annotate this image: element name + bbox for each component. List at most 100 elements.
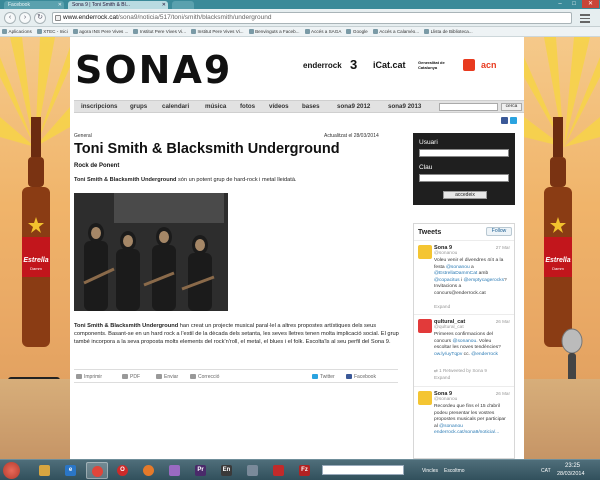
taskbar-premiere[interactable]: Pr	[190, 462, 212, 479]
article-category[interactable]: General	[74, 133, 92, 139]
nav-grups[interactable]: grups	[130, 103, 147, 110]
bookmark-label: agora INS Pere Vives ...	[79, 29, 129, 34]
bookmark-item[interactable]: Benvinguts a Faceb...	[247, 27, 303, 34]
bookmark-item[interactable]: Accés a Calaméo...	[371, 27, 422, 34]
reload-icon[interactable]: ↻	[34, 12, 46, 24]
bookmark-item[interactable]: Google	[344, 27, 370, 34]
tweet-handle[interactable]: @sonanou	[434, 251, 457, 256]
expand-link[interactable]: Expand	[434, 305, 450, 310]
url-link[interactable]: ow.ly/uyTqpv	[434, 352, 462, 357]
bookmark-favicon-icon	[2, 29, 7, 34]
taskbar-opera[interactable]: O	[112, 462, 134, 479]
sona9-logo[interactable]: SONA9	[75, 50, 265, 90]
bookmark-item[interactable]: Aplicacions	[0, 27, 35, 34]
mention-link[interactable]: @emptycagerocks	[463, 278, 504, 283]
nav-bases[interactable]: bases	[302, 103, 320, 110]
password-input[interactable]	[419, 174, 509, 182]
new-tab-button[interactable]	[172, 1, 194, 9]
avatar[interactable]	[418, 319, 432, 333]
tv3-logo[interactable]: 3	[350, 57, 357, 72]
bookmark-item[interactable]: Llista de Biblioteca...	[422, 27, 476, 34]
twitter-icon[interactable]	[510, 117, 517, 124]
taskbar-address-input[interactable]	[322, 465, 404, 475]
mention-link[interactable]: @sonanou	[446, 265, 470, 270]
twitter-share-button[interactable]: Twitter	[312, 374, 335, 380]
icat-logo[interactable]: iCat.cat	[373, 60, 406, 70]
mention-link[interactable]: @sonanou	[439, 424, 463, 429]
mention-link[interactable]: @copacitus	[434, 278, 460, 283]
back-icon[interactable]: ‹	[4, 12, 16, 24]
app-icon	[273, 465, 284, 476]
menu-icon[interactable]	[578, 12, 592, 24]
print-icon	[76, 374, 82, 379]
tray-links-label[interactable]: Vincles	[422, 468, 438, 474]
facebook-icon[interactable]	[501, 117, 508, 124]
tweet-date[interactable]: 27 Mar	[496, 245, 510, 250]
enderrock-logo[interactable]: enderrock	[303, 61, 342, 70]
close-tab-icon[interactable]: ✕	[162, 2, 166, 8]
tweet-handle[interactable]: @sonanou	[434, 397, 457, 402]
tweet-handle[interactable]: @qultural_cat	[434, 325, 464, 330]
taskbar-filezilla[interactable]: Fz	[294, 462, 316, 479]
edit-icon	[190, 374, 196, 379]
expand-link[interactable]: Expand	[434, 376, 450, 381]
generalitat-logo[interactable]: Generalitat de Catalunya	[418, 60, 454, 70]
maximize-icon[interactable]: □	[567, 0, 581, 8]
taskbar-app[interactable]	[242, 462, 264, 479]
bookmark-item[interactable]: XTEC - Inici	[35, 27, 71, 34]
bookmark-item[interactable]: Institut Pere Vives Vi...	[131, 27, 189, 34]
nav-videos[interactable]: vídeos	[269, 103, 289, 110]
nav-fotos[interactable]: fotos	[240, 103, 255, 110]
tray-listen-label[interactable]: Escoltmo	[444, 468, 465, 474]
nav-inscripcions[interactable]: inscripcions	[81, 103, 117, 110]
article-updated-date: Actualitzat el 28/03/2014	[324, 133, 379, 139]
pdf-button[interactable]: PDF	[122, 374, 140, 380]
tweet-date[interactable]: 26 Mar	[496, 391, 510, 396]
clock-time[interactable]: 23:25	[565, 463, 580, 469]
minimize-icon[interactable]: –	[553, 0, 567, 8]
forward-icon[interactable]: ›	[19, 12, 31, 24]
taskbar-encore[interactable]: En	[216, 462, 238, 479]
tab-facebook[interactable]: Facebook ✕	[4, 1, 64, 9]
nav-sona9-2012[interactable]: sona9 2012	[337, 103, 370, 110]
nav-musica[interactable]: música	[205, 103, 226, 110]
taskbar-firefox[interactable]	[138, 462, 160, 479]
taskbar-app[interactable]	[268, 462, 290, 479]
bookmark-item[interactable]: agora INS Pere Vives ...	[71, 27, 132, 34]
mention-link[interactable]: @sonanou	[452, 339, 476, 344]
address-bar[interactable]: www.enderrock.cat/sona9/noticia/517/toni…	[52, 12, 572, 24]
correction-button[interactable]: Correcció	[190, 374, 219, 380]
follow-button[interactable]: Follow	[486, 227, 512, 236]
tab-sona9[interactable]: Sona 9 | Toni Smith & Bl... ✕	[68, 1, 168, 9]
taskbar-ie[interactable]: e	[60, 462, 82, 479]
language-indicator[interactable]: CAT	[541, 468, 551, 474]
search-button[interactable]: cerca	[501, 103, 522, 111]
nav-calendari[interactable]: calendari	[162, 103, 189, 110]
print-button[interactable]: Imprimir	[76, 374, 102, 380]
close-tab-icon[interactable]: ✕	[58, 2, 62, 8]
facebook-share-button[interactable]: Facebook	[346, 374, 376, 380]
partner-logos: enderrock 3 iCat.cat Generalitat de Cata…	[303, 57, 518, 77]
search-input[interactable]	[439, 103, 498, 111]
mention-link[interactable]: @enderrock	[471, 352, 498, 357]
login-button[interactable]: accedeix	[443, 191, 487, 199]
main-nav: inscripcions grups calendari música foto…	[74, 100, 524, 113]
email-button[interactable]: Enviar	[156, 374, 178, 380]
start-button[interactable]	[3, 462, 20, 479]
url-link[interactable]: enderrock.cat/sona9/noticia/...	[434, 430, 499, 435]
username-input[interactable]	[419, 149, 509, 157]
avatar[interactable]	[418, 391, 432, 405]
bookmark-item[interactable]: Institut Pere Vives Vi...	[189, 27, 247, 34]
retweet-text[interactable]: Retweeted by Sona 9	[443, 368, 487, 373]
taskbar-chrome[interactable]	[86, 462, 108, 479]
tweet-date[interactable]: 26 Mar	[496, 319, 510, 324]
taskbar-explorer[interactable]	[34, 462, 56, 479]
clock-date[interactable]: 28/03/2014	[557, 471, 585, 477]
acn-logo[interactable]: acn	[481, 60, 497, 70]
taskbar-paint[interactable]	[164, 462, 186, 479]
bookmark-item[interactable]: Accés a SAGA	[303, 27, 345, 34]
close-window-icon[interactable]: ✕	[582, 0, 599, 8]
avatar[interactable]	[418, 245, 432, 259]
nav-sona9-2013[interactable]: sona9 2013	[388, 103, 421, 110]
mention-link[interactable]: @EstrellaDammCat	[434, 271, 477, 276]
